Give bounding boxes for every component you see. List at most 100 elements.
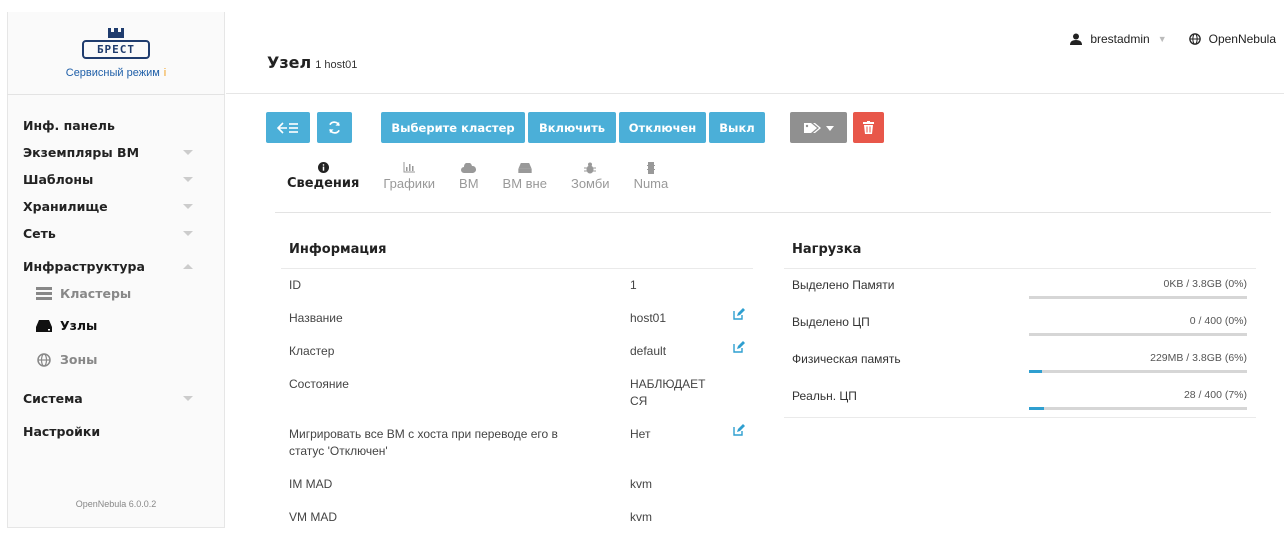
row-key: Название <box>289 311 343 325</box>
delete-button[interactable] <box>853 112 884 143</box>
tabs-underline <box>275 212 1271 213</box>
sidebar-subitem-label: Узлы <box>60 318 98 333</box>
server-stack-icon <box>36 287 52 301</box>
tab-wild-vms[interactable]: ВМ вне <box>491 162 559 191</box>
row-value: НАБЛЮДАЕТСЯ <box>630 377 706 408</box>
disable-button[interactable]: Отключен <box>619 112 706 143</box>
sidebar-item-infrastructure[interactable]: Инфраструктура <box>8 253 224 280</box>
load-value: 0KB / 3.8GB (0%) <box>1163 278 1247 290</box>
refresh-icon <box>329 121 340 134</box>
logo-area[interactable]: БРЕСТ Сервисный режим i <box>8 12 224 94</box>
row-key: IM MAD <box>289 477 333 491</box>
sidebar-subitem-zones[interactable]: Зоны <box>8 344 224 375</box>
table-row: IM MAD kvm <box>281 468 753 501</box>
bar-chart-icon <box>403 162 416 176</box>
table-row: Кластер default <box>281 335 753 368</box>
sidebar-subitem-hosts[interactable]: Узлы <box>8 307 224 344</box>
info-circle-icon <box>317 162 329 176</box>
globe-icon <box>36 352 52 367</box>
chevron-down-icon <box>183 150 193 155</box>
bug-icon <box>584 162 597 176</box>
edit-icon[interactable] <box>725 418 753 468</box>
progress-bar <box>1029 333 1247 336</box>
sidebar-subitem-clusters[interactable]: Кластеры <box>8 280 224 307</box>
enable-button[interactable]: Включить <box>528 112 616 143</box>
sidebar-item-dashboard[interactable]: Инф. панель <box>8 112 224 139</box>
sidebar-item-storage[interactable]: Хранилище <box>8 193 224 220</box>
sidebar-item-settings[interactable]: Настройки <box>8 418 224 445</box>
info-icon[interactable]: i <box>164 67 166 79</box>
row-key: ID <box>289 278 301 292</box>
edit-icon[interactable] <box>725 302 753 335</box>
back-list-icon <box>277 121 298 134</box>
load-value: 229MB / 3.8GB (6%) <box>1150 352 1247 364</box>
globe-icon <box>1188 33 1201 45</box>
memory-chip-icon <box>646 162 655 176</box>
zone-menu[interactable]: OpenNebula <box>1209 32 1276 46</box>
page-subtitle: 1 host01 <box>315 59 358 71</box>
cloud-icon <box>461 162 477 176</box>
header-divider <box>226 93 1284 94</box>
version-label: OpenNebula 6.0.0.2 <box>75 499 157 509</box>
sidebar-item-vm-instances[interactable]: Экземпляры ВМ <box>8 139 224 166</box>
sidebar-item-label: Хранилище <box>23 199 108 214</box>
offline-button[interactable]: Выкл <box>709 112 765 143</box>
row-value: Нет <box>630 427 651 441</box>
crown-icon <box>108 28 124 38</box>
page-title: Узел 1 host01 <box>267 53 357 72</box>
sidebar-menu: Инф. панель Экземпляры ВМ Шаблоны Хранил… <box>8 95 224 445</box>
progress-fill <box>1029 407 1045 410</box>
table-row: Название host01 <box>281 302 753 335</box>
tab-label: Графики <box>383 176 436 191</box>
load-key: Выделено ЦП <box>792 315 870 329</box>
tab-label: ВМ <box>459 176 479 191</box>
sidebar-subitem-label: Зоны <box>60 352 98 367</box>
row-value: default <box>630 344 667 358</box>
progress-bar <box>1029 296 1247 299</box>
select-cluster-button[interactable]: Выберите кластер <box>381 112 525 143</box>
tab-graphs[interactable]: Графики <box>371 162 447 191</box>
chevron-down-icon <box>183 177 193 182</box>
load-row: Выделено Памяти 0KB / 3.8GB (0%) <box>784 269 1256 306</box>
tab-label: Сведения <box>287 176 360 191</box>
load-table: Выделено Памяти 0KB / 3.8GB (0%) Выделен… <box>784 268 1256 418</box>
sidebar: БРЕСТ Сервисный режим i Инф. панель Экзем… <box>7 12 225 528</box>
edit-icon[interactable] <box>725 335 753 368</box>
row-key: VM MAD <box>289 510 337 524</box>
load-row: Реальн. ЦП 28 / 400 (7%) <box>784 380 1256 417</box>
tab-vms[interactable]: ВМ <box>447 162 491 191</box>
sidebar-item-templates[interactable]: Шаблоны <box>8 166 224 193</box>
service-mode-label: Сервисный режим i <box>66 67 166 79</box>
labels-dropdown-button[interactable] <box>790 112 847 143</box>
sidebar-item-system[interactable]: Система <box>8 385 224 412</box>
refresh-button[interactable] <box>317 112 352 143</box>
sidebar-item-network[interactable]: Сеть <box>8 220 224 247</box>
back-to-list-button[interactable] <box>266 112 310 143</box>
page: БРЕСТ Сервисный режим i Инф. панель Экзем… <box>0 0 1284 534</box>
page-title-text: Узел <box>267 53 312 72</box>
info-table: ID 1 Название host01 Кластер default Сос… <box>281 268 753 534</box>
tab-zombies[interactable]: Зомби <box>559 162 622 191</box>
tab-label: Зомби <box>570 176 610 191</box>
load-value: 28 / 400 (7%) <box>1183 389 1247 401</box>
progress-bar <box>1029 407 1247 410</box>
tab-label: ВМ вне <box>502 176 547 191</box>
brest-logo: БРЕСТ <box>78 27 154 61</box>
sidebar-subitem-label: Кластеры <box>60 286 132 301</box>
tab-numa[interactable]: Numa <box>622 162 681 191</box>
caret-down-icon: ▼ <box>1157 34 1167 44</box>
info-section-title: Информация <box>289 242 387 257</box>
service-mode-text: Сервисный режим <box>65 67 160 79</box>
sidebar-item-label: Система <box>23 391 83 406</box>
load-row: Физическая память 229MB / 3.8GB (6%) <box>784 343 1256 380</box>
load-key: Реальн. ЦП <box>792 389 857 403</box>
tab-info[interactable]: Сведения <box>275 162 371 191</box>
table-row: ID 1 <box>281 269 753 302</box>
user-menu[interactable]: brestadmin <box>1090 32 1149 46</box>
progress-bar <box>1029 370 1247 373</box>
sidebar-item-label: Шаблоны <box>23 172 94 187</box>
row-value: kvm <box>630 477 652 491</box>
chevron-down-icon <box>183 204 193 209</box>
load-value: 0 / 400 (0%) <box>1189 315 1247 327</box>
load-row: Выделено ЦП 0 / 400 (0%) <box>784 306 1256 343</box>
